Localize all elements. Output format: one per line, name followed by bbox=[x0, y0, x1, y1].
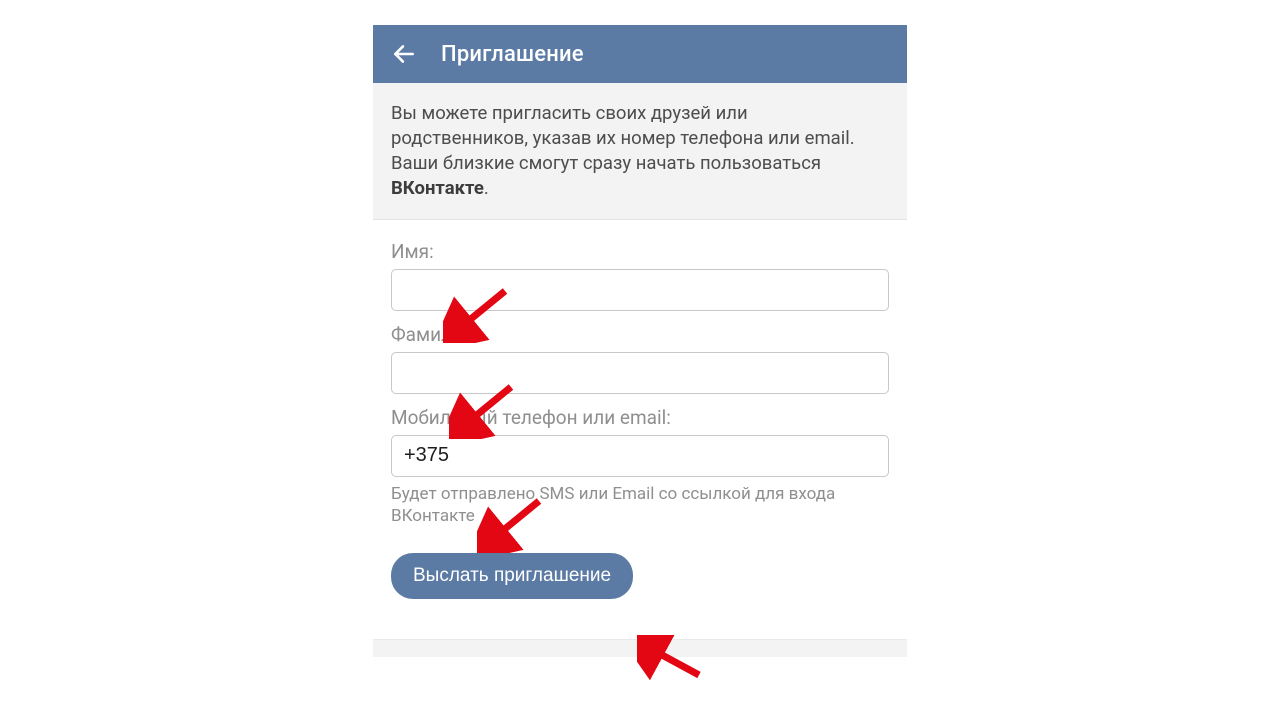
name-input[interactable] bbox=[391, 269, 889, 311]
surname-input[interactable] bbox=[391, 352, 889, 394]
surname-label: Фамилия: bbox=[391, 323, 889, 346]
header-bar: Приглашение bbox=[373, 25, 907, 83]
description-tail: . bbox=[484, 177, 489, 199]
description-block: Вы можете пригласить своих друзей или ро… bbox=[373, 83, 907, 220]
invite-form: Имя: Фамилия: Мобильный телефон или emai… bbox=[373, 220, 907, 621]
footer-strip bbox=[373, 639, 907, 657]
arrow-left-icon bbox=[391, 41, 417, 67]
send-invite-button[interactable]: Выслать приглашение bbox=[391, 553, 633, 599]
stage: Приглашение Вы можете пригласить своих д… bbox=[0, 0, 1280, 720]
page-title: Приглашение bbox=[441, 42, 584, 67]
phone-input[interactable] bbox=[391, 435, 889, 477]
back-button[interactable] bbox=[387, 37, 421, 71]
phone-screen: Приглашение Вы можете пригласить своих д… bbox=[372, 24, 908, 658]
phone-hint: Будет отправлено SMS или Email со ссылко… bbox=[391, 483, 889, 527]
name-label: Имя: bbox=[391, 240, 889, 263]
description-text: Вы можете пригласить своих друзей или ро… bbox=[391, 102, 855, 174]
phone-label: Мобильный телефон или email: bbox=[391, 406, 889, 429]
brand-name: ВКонтакте bbox=[391, 177, 484, 199]
